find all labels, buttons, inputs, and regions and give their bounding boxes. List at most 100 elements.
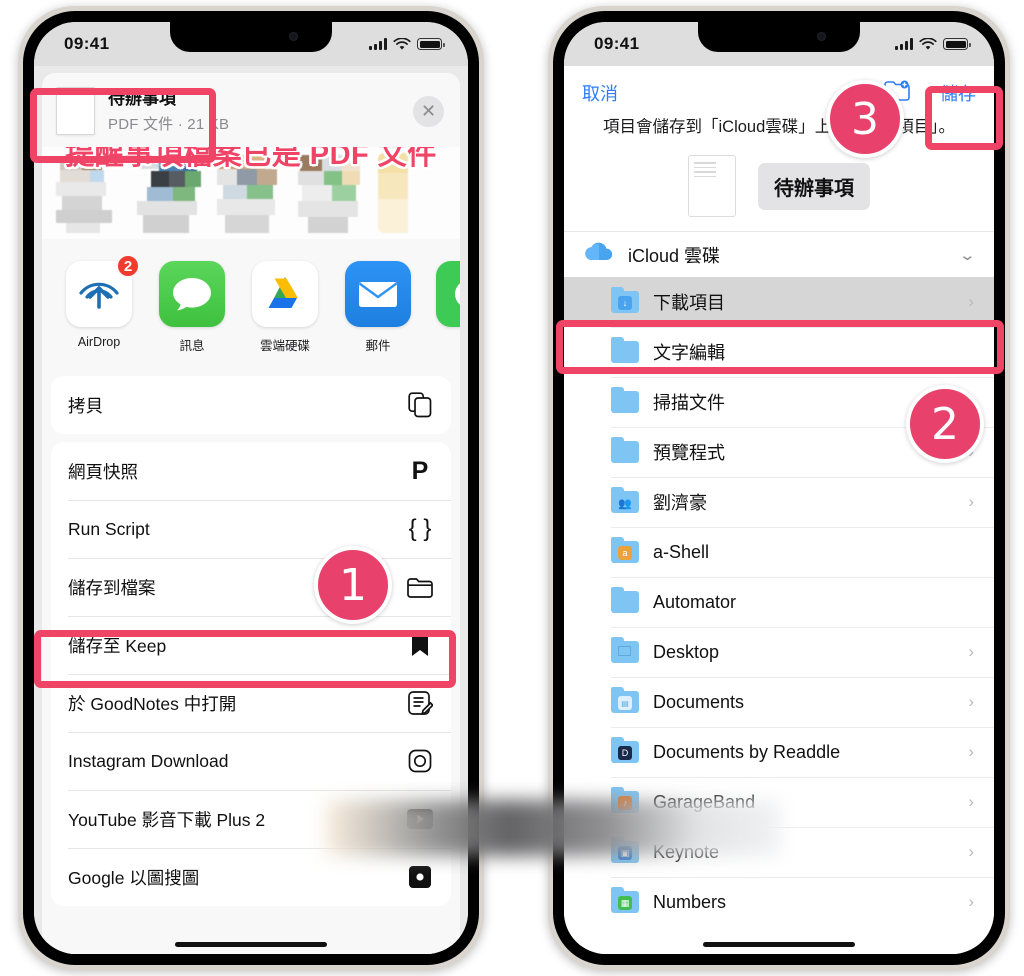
messages-icon [159,261,225,327]
battery-icon [943,38,971,50]
home-indicator [175,942,327,947]
action-row-copy[interactable]: 拷貝 [51,376,451,434]
step-badge-1: 1 [314,546,392,624]
action-label: 儲存至 Keep [68,635,167,656]
status-icons [369,37,445,51]
action-label: 網頁快照 [68,461,138,482]
folder-icon [611,387,639,414]
document-title: 待辦事項 [108,89,176,109]
chevron-right-icon: › [968,642,974,662]
chevron-right-icon: › [968,492,974,512]
wifi-icon [919,37,937,50]
braces-icon: { } [408,515,432,542]
share-app-drive[interactable]: 雲端硬碟 [250,261,320,354]
chevron-right-icon: › [968,742,974,762]
action-row-google-lens[interactable]: Google 以圖搜圖 [51,848,451,906]
folder-row-shared-user[interactable]: 👥 劉濟豪 › [564,477,994,527]
save-description: 項目會儲存到「iCloud雲碟」上的「下載項目」。 [602,118,956,136]
action-label: 儲存到檔案 [68,577,156,598]
notch [698,22,860,52]
action-row-goodnotes[interactable]: 於 GoodNotes 中打開 [51,674,451,732]
status-time: 09:41 [594,34,640,53]
google-drive-icon [252,261,318,327]
action-label: 於 GoodNotes 中打開 [68,693,237,714]
folder-row-automator[interactable]: Automator [564,577,994,627]
folder-readdle-icon: D [611,737,639,764]
folder-name: Documents [653,691,745,712]
share-app-label: AirDrop [77,335,121,349]
document-subtitle: PDF 文件 · 21 KB [108,115,230,133]
folder-name: Documents by Readdle [653,741,841,762]
icloud-icon [584,242,614,267]
share-app-mail[interactable]: 郵件 [343,261,413,354]
close-icon[interactable]: ✕ [413,95,444,127]
mail-icon [345,261,411,327]
action-label: 拷貝 [68,395,103,416]
chevron-down-icon[interactable]: ⌄ [959,246,977,264]
airdrop-badge: 2 [116,254,140,278]
file-preview: 待辦事項 [564,139,994,231]
action-row-webshot[interactable]: 網頁快照 P [51,442,451,500]
google-lens-icon [406,863,434,891]
step-badge-3: 3 [826,80,904,158]
file-name-field[interactable]: 待辦事項 [758,162,870,210]
chevron-right-icon: › [968,692,974,712]
action-label: YouTube 影音下載 Plus 2 [68,809,266,830]
folder-documents-icon: ▤ [611,687,639,714]
folder-icon [611,587,639,614]
folder-row-readdle[interactable]: D Documents by Readdle › [564,727,994,777]
cellular-bars-icon [369,38,387,50]
green-app-icon [436,261,460,327]
folder-download-icon: ↓ [611,287,639,314]
pink-headline-text: 提醒事項檔案已是 PDF 文件 [65,147,437,171]
share-app-partial[interactable] [436,261,460,327]
folder-row-ashell[interactable]: a a-Shell [564,527,994,577]
action-row-save-to-keep[interactable]: 儲存至 Keep [51,616,451,674]
file-preview-thumbnail [688,155,736,218]
chevron-right-icon: › [968,842,974,862]
share-app-label: 郵件 [365,339,391,353]
cancel-button[interactable]: 取消 [582,80,618,106]
folder-name: 預覽程式 [653,443,725,464]
source-label: iCloud 雲碟 [628,245,721,266]
folder-row-downloads[interactable]: ↓ 下載項目 › [564,277,994,328]
action-label: Instagram Download [68,750,229,771]
action-row-run-script[interactable]: Run Script { } [51,500,451,558]
goodnotes-icon [406,689,434,717]
folder-row-textedit[interactable]: 文字編輯 [564,327,994,377]
folder-icon [406,573,434,601]
save-button[interactable]: 儲存 [940,80,976,106]
document-meta: 待辦事項 PDF 文件 · 21 KB [108,88,413,133]
action-group-copy: 拷貝 [51,376,451,434]
action-row-instagram-download[interactable]: Instagram Download [51,732,451,790]
status-icons [895,37,971,51]
source-row-icloud[interactable]: iCloud 雲碟 ⌄ [564,231,994,277]
chevron-right-icon: › [968,892,974,912]
blurred-preview-strip: 提醒事項檔案已是 PDF 文件 [42,147,460,239]
share-app-label: 雲端硬碟 [259,339,310,353]
folder-row-numbers[interactable]: ▦ Numbers › [564,877,994,927]
notch [170,22,332,52]
action-label: Google 以圖搜圖 [68,867,200,888]
step-badge-2: 2 [906,385,984,463]
folder-numbers-icon: ▦ [611,887,639,914]
folder-name: 文字編輯 [653,343,725,364]
share-app-label: 訊息 [179,339,205,353]
folder-name: Desktop [653,641,720,662]
folder-ashell-icon: a [611,537,639,564]
folder-icon [611,337,639,364]
chevron-right-icon: › [968,792,974,812]
folder-row-desktop[interactable]: Desktop › [564,627,994,677]
share-app-airdrop[interactable]: 2 AirDrop [64,254,140,349]
copy-icon [406,391,434,419]
folder-desktop-icon [611,637,639,664]
folder-row-documents[interactable]: ▤ Documents › [564,677,994,727]
bookmark-icon [406,631,434,659]
folder-name: Automator [653,591,737,612]
home-indicator [703,942,855,947]
action-label: Run Script [68,518,150,539]
document-thumbnail [56,87,95,135]
folder-shared-icon: 👥 [611,487,639,514]
share-app-messages[interactable]: 訊息 [157,261,227,354]
cellular-bars-icon [895,38,913,50]
